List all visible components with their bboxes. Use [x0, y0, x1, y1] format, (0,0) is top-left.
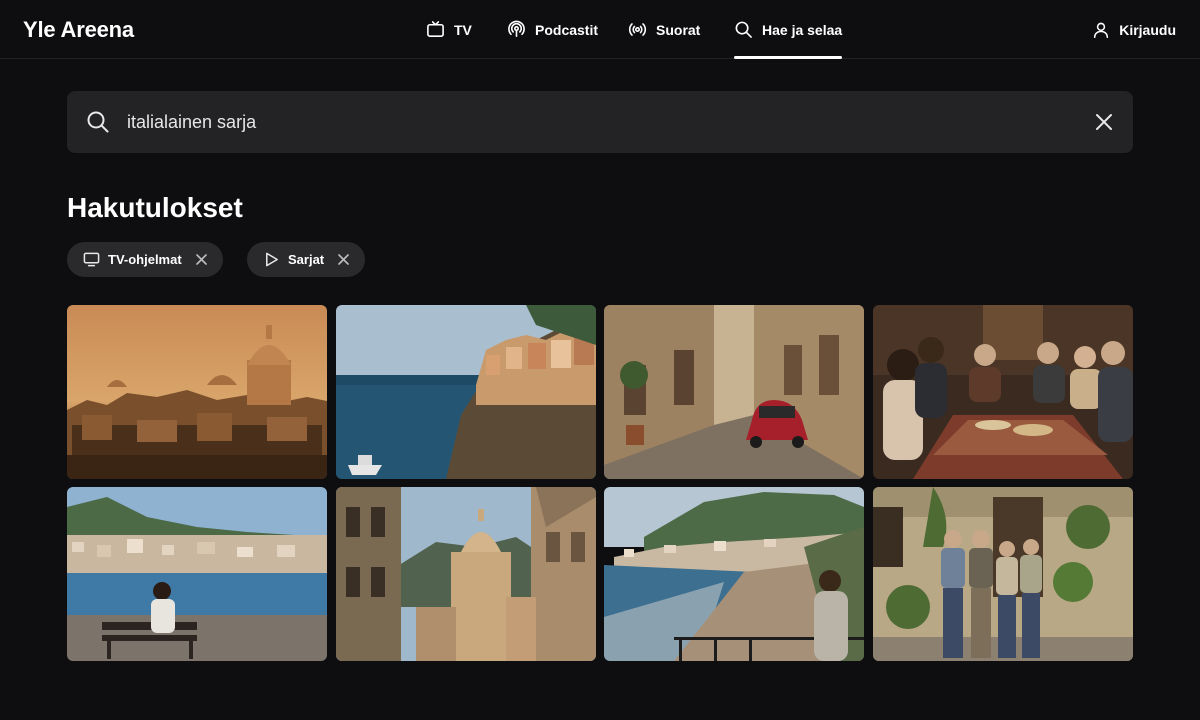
play-icon: [266, 252, 278, 267]
result-card-family-courtyard[interactable]: [873, 487, 1133, 661]
search-icon: [735, 21, 752, 38]
result-thumbnail: [67, 487, 327, 661]
filter-chip-series[interactable]: Sarjat: [247, 242, 366, 277]
search-icon: [87, 111, 109, 133]
filter-chip-label: TV-ohjelmat: [108, 252, 182, 267]
login-button[interactable]: Kirjaudu: [1092, 0, 1176, 59]
nav-label-tv: TV: [454, 21, 472, 38]
result-card-cathedral-street[interactable]: [336, 487, 596, 661]
remove-filter-icon[interactable]: [195, 254, 207, 265]
monitor-icon: [83, 252, 100, 267]
result-card-coastal-village[interactable]: [336, 305, 596, 479]
search-input[interactable]: [127, 91, 1087, 153]
result-thumbnail: [604, 305, 864, 479]
live-icon: [628, 23, 647, 36]
result-thumbnail: [336, 305, 596, 479]
user-icon: [1094, 22, 1109, 38]
result-card-street-car[interactable]: [604, 305, 864, 479]
clear-search-icon[interactable]: [1093, 111, 1115, 133]
result-thumbnail: [67, 305, 327, 479]
filter-chip-label: Sarjat: [288, 252, 325, 267]
nav-item-live[interactable]: Suorat: [628, 0, 700, 59]
result-thumbnail: [873, 487, 1133, 661]
nav-item-search-browse[interactable]: Hae ja selaa: [734, 0, 843, 59]
result-thumbnail: [604, 487, 864, 661]
result-thumbnail: [336, 487, 596, 661]
filter-chip-tv-programs[interactable]: TV-ohjelmat: [67, 242, 223, 277]
nav-label-search-browse: Hae ja selaa: [762, 21, 843, 38]
result-thumbnail: [873, 305, 1133, 479]
login-label: Kirjaudu: [1119, 21, 1176, 38]
result-card-family-dinner[interactable]: [873, 305, 1133, 479]
nav-label-live: Suorat: [656, 21, 701, 38]
tv-icon: [427, 21, 444, 37]
remove-filter-icon[interactable]: [338, 254, 349, 265]
nav-label-podcasts: Podcastit: [535, 21, 599, 38]
podcast-icon: [508, 20, 525, 37]
result-card-city-domes[interactable]: [67, 305, 327, 479]
search-bar: [67, 91, 1133, 153]
result-card-seaside-bench[interactable]: [67, 487, 327, 661]
results-heading: Hakutulokset: [67, 192, 243, 223]
top-navigation-bar: Yle Areena TV Podcastit Suorat Hae ja se…: [0, 0, 1200, 59]
nav-item-podcasts[interactable]: Podcastit: [507, 0, 598, 59]
result-card-beach-woman[interactable]: [604, 487, 864, 661]
nav-item-tv[interactable]: TV: [426, 0, 472, 59]
yle-areena-logo[interactable]: Yle Areena: [23, 17, 134, 43]
